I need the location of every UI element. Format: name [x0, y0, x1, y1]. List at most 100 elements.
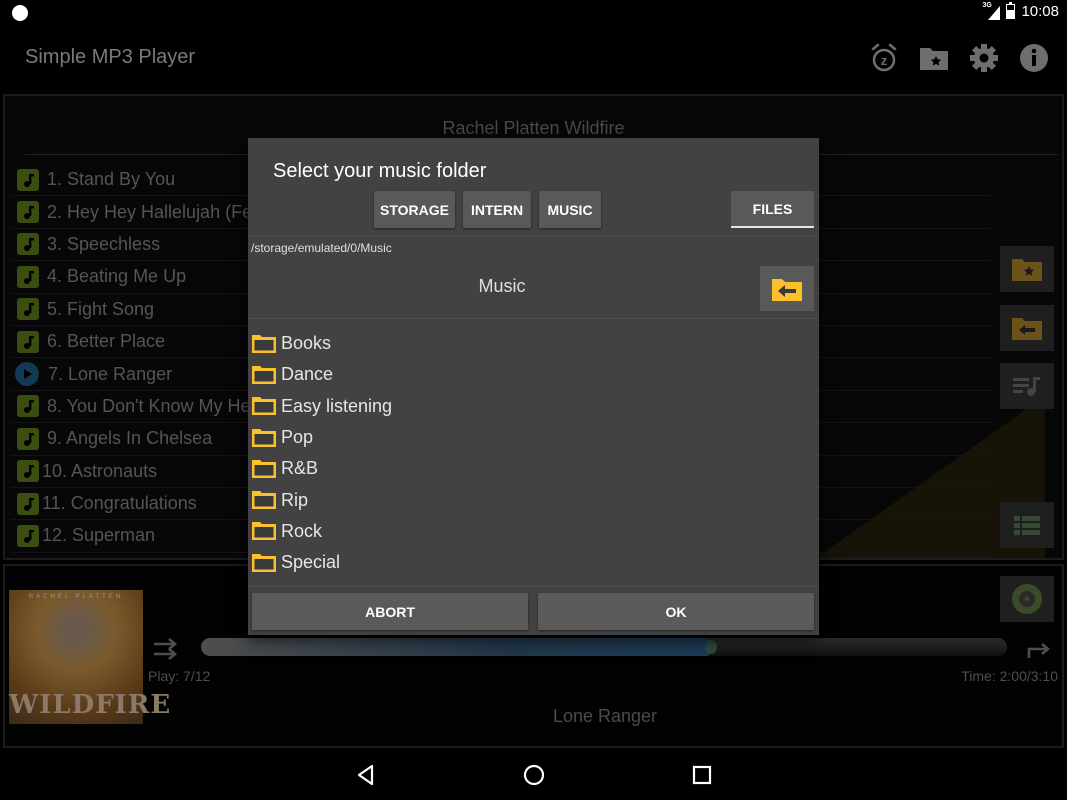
home-nav-button[interactable] [522, 763, 546, 787]
music-note-icon [17, 460, 39, 483]
folder-item[interactable]: R&B [251, 453, 811, 484]
track-title: 11. Congratulations [42, 493, 197, 514]
current-path: /storage/emulated/0/Music [251, 241, 392, 255]
folder-label: R&B [281, 458, 319, 479]
album-cover: RACHEL PLATTEN WILDFIRE [9, 590, 170, 724]
folder-icon [252, 428, 276, 447]
music-note-icon [17, 492, 39, 515]
abort-button[interactable]: ABORT [252, 593, 528, 630]
folder-label: Dance [281, 364, 334, 385]
folder-icon [252, 491, 276, 510]
folder-icon [252, 365, 276, 384]
storage-button[interactable]: STORAGE [374, 191, 455, 228]
favorite-folder-button[interactable] [1000, 246, 1054, 292]
folder-item[interactable]: Rip [251, 484, 811, 515]
music-note-icon [17, 298, 39, 321]
track-title: 3. Speechless [47, 233, 161, 254]
navigation-bar [0, 750, 1067, 800]
seek-progress [201, 638, 709, 656]
folder-item[interactable]: Pop [251, 422, 811, 453]
playing-indicator-icon [15, 362, 39, 387]
repeat-icon [1027, 643, 1051, 658]
home-circle-icon [523, 764, 545, 786]
svg-text:z: z [881, 53, 888, 68]
folder-label: Easy listening [281, 395, 393, 416]
settings-icon[interactable] [969, 42, 999, 74]
back-nav-button[interactable] [354, 763, 378, 787]
files-tab[interactable]: FILES [731, 191, 814, 228]
app-title: Simple MP3 Player [25, 46, 196, 68]
battery-icon [1006, 2, 1016, 19]
track-title: 1. Stand By You [47, 169, 176, 190]
music-note-icon [17, 201, 39, 224]
disc-icon [1012, 584, 1042, 614]
intern-button[interactable]: INTERN [463, 191, 531, 228]
divider [248, 235, 819, 236]
track-title: 7. Lone Ranger [48, 363, 173, 384]
parent-folder-button[interactable] [760, 266, 814, 311]
folder-label: Pop [281, 427, 314, 448]
folder-back-button[interactable] [1000, 305, 1054, 351]
folder-label: Books [281, 333, 332, 354]
folder-back-icon [1012, 318, 1042, 340]
status-indicators: 3G 10:08 [982, 2, 1059, 21]
music-note-icon [17, 265, 39, 288]
track-title: 5. Fight Song [47, 298, 155, 319]
folder-icon [252, 522, 276, 541]
cover-artist-text: RACHEL PLATTEN [28, 594, 124, 600]
folder-label: Rip [281, 489, 309, 510]
divider [248, 318, 819, 319]
current-folder-name: Music [478, 276, 526, 296]
time-label: Time: 2:00/3:10 [961, 668, 1058, 684]
playlist-icon [1013, 377, 1040, 396]
track-title: 10. Astronauts [42, 460, 158, 481]
track-title: 4. Beating Me Up [47, 266, 187, 287]
now-playing-title: Lone Ranger [552, 706, 658, 726]
music-note-icon [17, 233, 39, 256]
album-header: Rachel Platten Wildfire [442, 118, 625, 138]
info-icon[interactable] [1019, 42, 1049, 74]
disc-button[interactable] [1000, 576, 1054, 622]
folder-list: Books Dance Easy listening Pop R&B Rip Rock Spe… [251, 328, 811, 578]
folder-back-icon [772, 278, 802, 301]
folder-label: Rock [281, 520, 323, 541]
folder-item[interactable]: Dance [251, 359, 811, 390]
folder-item[interactable]: Books [251, 328, 811, 359]
music-note-icon [17, 524, 39, 547]
track-title: 6. Better Place [47, 331, 166, 352]
favorite-folder-icon[interactable] [919, 42, 949, 74]
recents-nav-button[interactable] [690, 763, 714, 787]
folder-item[interactable]: Special [251, 547, 811, 578]
track-title: 8. You Don't Know My Heart [47, 395, 272, 416]
music-button[interactable]: MUSIC [539, 191, 601, 228]
list-view-button[interactable] [1000, 502, 1054, 548]
folder-item[interactable]: Rock [251, 516, 811, 547]
track-title: 9. Angels In Chelsea [47, 428, 213, 449]
folder-item[interactable]: Easy listening [251, 391, 811, 422]
folder-select-dialog: Select your music folder STORAGE INTERN … [248, 138, 819, 635]
sleep-timer-icon[interactable]: z [869, 42, 899, 74]
music-note-icon [17, 427, 39, 450]
dialog-title: Select your music folder [273, 160, 487, 182]
clock: 10:08 [1021, 3, 1059, 20]
seek-bar[interactable] [201, 638, 1007, 656]
folder-icon [252, 334, 276, 353]
seek-thumb[interactable] [704, 640, 717, 654]
music-note-icon [17, 168, 39, 191]
app-bar: Simple MP3 Player z [0, 26, 1067, 92]
play-position: Play: 7/12 [148, 668, 211, 684]
music-note-icon [17, 395, 39, 418]
playlist-button[interactable] [1000, 363, 1054, 409]
recents-square-icon [692, 765, 712, 785]
favorite-folder-icon [1012, 259, 1042, 281]
folder-icon [252, 397, 276, 416]
folder-icon [252, 459, 276, 478]
folder-icon [252, 553, 276, 572]
ok-button[interactable]: OK [538, 593, 814, 630]
repeat-button[interactable] [1024, 634, 1054, 664]
folder-label: Special [281, 552, 341, 573]
back-triangle-icon [357, 764, 374, 786]
track-title: 12. Superman [42, 525, 156, 546]
shuffle-button[interactable] [151, 634, 181, 664]
shuffle-icon [154, 638, 178, 660]
